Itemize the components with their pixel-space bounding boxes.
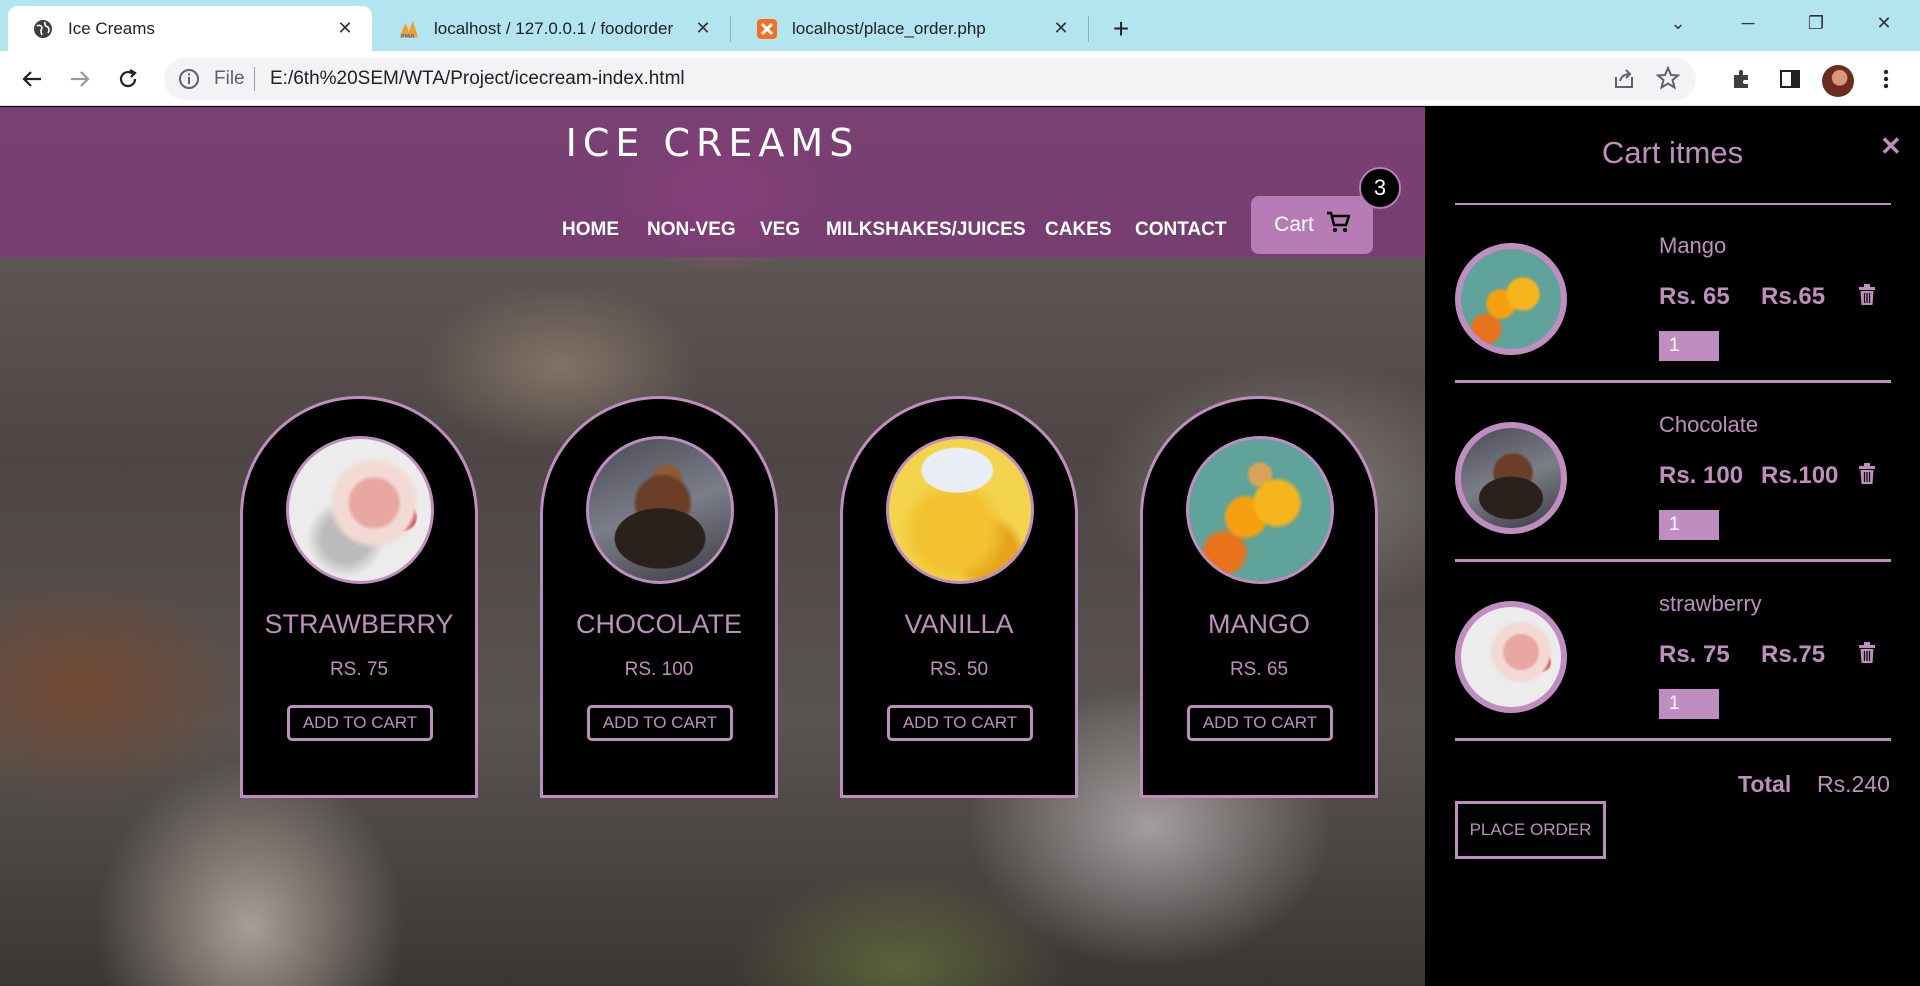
tab-place-order[interactable]: localhost/place_order.php ✕ (732, 6, 1088, 51)
nav-home[interactable]: HOME (562, 219, 619, 241)
chocolate-thumbnail (1455, 422, 1567, 534)
add-to-cart-button[interactable]: ADD TO CART (887, 705, 1033, 741)
product-name: VANILLA (904, 609, 1014, 639)
cart-sidebar: Cart itmes ✕ Mango Rs. 65 Rs.65 1 Chocol… (1425, 107, 1920, 986)
close-cart-icon[interactable]: ✕ (1880, 131, 1902, 162)
trash-icon[interactable] (1858, 642, 1876, 669)
quantity-input[interactable]: 1 (1659, 689, 1719, 719)
cart-item-price: Rs. 100 (1659, 462, 1744, 489)
tab-strip: Ice Creams ✕ PMA localhost / 127.0.0.1 /… (0, 0, 1920, 51)
site-title: ICE CREAMS (565, 121, 860, 165)
reload-button[interactable] (112, 63, 144, 95)
cart-item-name: Mango (1659, 233, 1727, 258)
close-window-button[interactable]: ✕ (1864, 8, 1904, 38)
tab-ice-creams[interactable]: Ice Creams ✕ (8, 6, 372, 51)
menu-kebab-icon[interactable] (1872, 65, 1900, 93)
cart-item-total: Rs.65 (1761, 283, 1826, 310)
cart-item-name: strawberry (1659, 591, 1762, 616)
vanilla-icecream-image (886, 436, 1034, 584)
chocolate-icecream-image (586, 436, 734, 584)
product-name: STRAWBERRY (264, 609, 454, 639)
strawberry-thumbnail (1455, 601, 1567, 713)
xampp-icon (756, 18, 778, 40)
cart-item-name: Chocolate (1659, 412, 1759, 437)
back-button[interactable] (16, 63, 48, 95)
share-icon[interactable] (1612, 67, 1636, 96)
minimize-button[interactable]: ─ (1728, 8, 1768, 38)
cart-item-total: Rs.100 (1761, 462, 1839, 489)
cart-divider (1455, 738, 1891, 741)
cart-label: Cart (1274, 213, 1314, 236)
product-price: RS. 65 (1229, 659, 1289, 680)
trash-icon[interactable] (1858, 463, 1876, 490)
profile-avatar[interactable] (1822, 65, 1854, 97)
nav-contact[interactable]: CONTACT (1135, 219, 1226, 241)
trash-icon[interactable] (1858, 284, 1876, 311)
address-bar[interactable]: File E:/6th%20SEM/WTA/Project/icecream-i… (164, 58, 1696, 100)
add-to-cart-button[interactable]: ADD TO CART (287, 705, 433, 741)
quantity-input[interactable]: 1 (1659, 510, 1719, 540)
product-name: CHOCOLATE (575, 609, 743, 639)
cart-item-price: Rs. 75 (1659, 641, 1730, 668)
product-name: MANGO (1207, 609, 1310, 639)
svg-text:PMA: PMA (401, 34, 416, 40)
cart-title: Cart itmes (1601, 135, 1744, 170)
product-price: RS. 50 (929, 659, 989, 680)
tab-title: localhost / 127.0.0.1 / foodorder (434, 18, 674, 38)
cart-total-label: Total (1738, 771, 1792, 797)
add-to-cart-button[interactable]: ADD TO CART (587, 705, 733, 741)
tab-divider (1088, 16, 1089, 42)
bookmark-star-icon[interactable] (1655, 65, 1681, 95)
nav-milkshakes-juices[interactable]: MILKSHAKES/JUICES (826, 219, 1026, 241)
tab-divider (730, 16, 731, 42)
nav-cakes[interactable]: CAKES (1045, 219, 1112, 241)
quantity-input[interactable]: 1 (1659, 331, 1719, 361)
scheme-label: File (214, 68, 245, 89)
browser-toolbar: File E:/6th%20SEM/WTA/Project/icecream-i… (0, 51, 1920, 106)
product-price: RS. 100 (624, 659, 694, 680)
tab-phpmyadmin[interactable]: PMA localhost / 127.0.0.1 / foodorder ✕ (374, 6, 730, 51)
cart-item: Chocolate Rs. 100 Rs.100 1 (1455, 382, 1891, 560)
product-card-vanilla: VANILLA RS. 50 ADD TO CART (840, 396, 1078, 798)
tab-title: Ice Creams (68, 18, 155, 38)
close-tab-icon[interactable]: ✕ (332, 16, 358, 42)
strawberry-icecream-image (286, 436, 434, 584)
close-tab-icon[interactable]: ✕ (1048, 16, 1074, 42)
tab-title: localhost/place_order.php (792, 18, 986, 38)
extensions-icon[interactable] (1728, 65, 1756, 93)
nav-non-veg[interactable]: NON-VEG (647, 219, 736, 241)
url-text[interactable]: E:/6th%20SEM/WTA/Project/icecream-index.… (270, 68, 685, 90)
cart-total-value: Rs.240 (1817, 771, 1890, 797)
address-divider (254, 67, 255, 91)
cart-item-total: Rs.75 (1761, 641, 1826, 668)
side-panel-icon[interactable] (1776, 65, 1804, 93)
forward-button[interactable] (64, 63, 96, 95)
cart-count-badge: 3 (1359, 167, 1401, 209)
new-tab-button[interactable]: + (1104, 12, 1138, 46)
page-viewport: ICE CREAMS HOME NON-VEG VEG MILKSHAKES/J… (0, 107, 1920, 986)
product-price: RS. 75 (329, 659, 389, 680)
cart-icon (1326, 211, 1351, 239)
info-icon[interactable] (178, 68, 200, 90)
mango-icecream-image (1186, 436, 1334, 584)
restore-button[interactable]: ❐ (1796, 8, 1836, 38)
cart-item-price: Rs. 65 (1659, 283, 1730, 310)
globe-icon (32, 18, 54, 40)
nav-veg[interactable]: VEG (760, 219, 800, 241)
add-to-cart-button[interactable]: ADD TO CART (1187, 705, 1333, 741)
product-card-mango: MANGO RS. 65 ADD TO CART (1140, 396, 1378, 798)
place-order-button[interactable]: PLACE ORDER (1455, 801, 1606, 859)
tab-search-icon[interactable]: ⌄ (1658, 8, 1698, 38)
cart-button[interactable]: Cart (1251, 196, 1373, 254)
phpmyadmin-icon: PMA (398, 18, 420, 40)
mango-thumbnail (1455, 243, 1567, 355)
product-card-chocolate: CHOCOLATE RS. 100 ADD TO CART (540, 396, 778, 798)
close-tab-icon[interactable]: ✕ (690, 16, 716, 42)
product-card-strawberry: STRAWBERRY RS. 75 ADD TO CART (240, 396, 478, 798)
cart-item: Mango Rs. 65 Rs.65 1 (1455, 203, 1891, 381)
cart-item: strawberry Rs. 75 Rs.75 1 (1455, 561, 1891, 739)
